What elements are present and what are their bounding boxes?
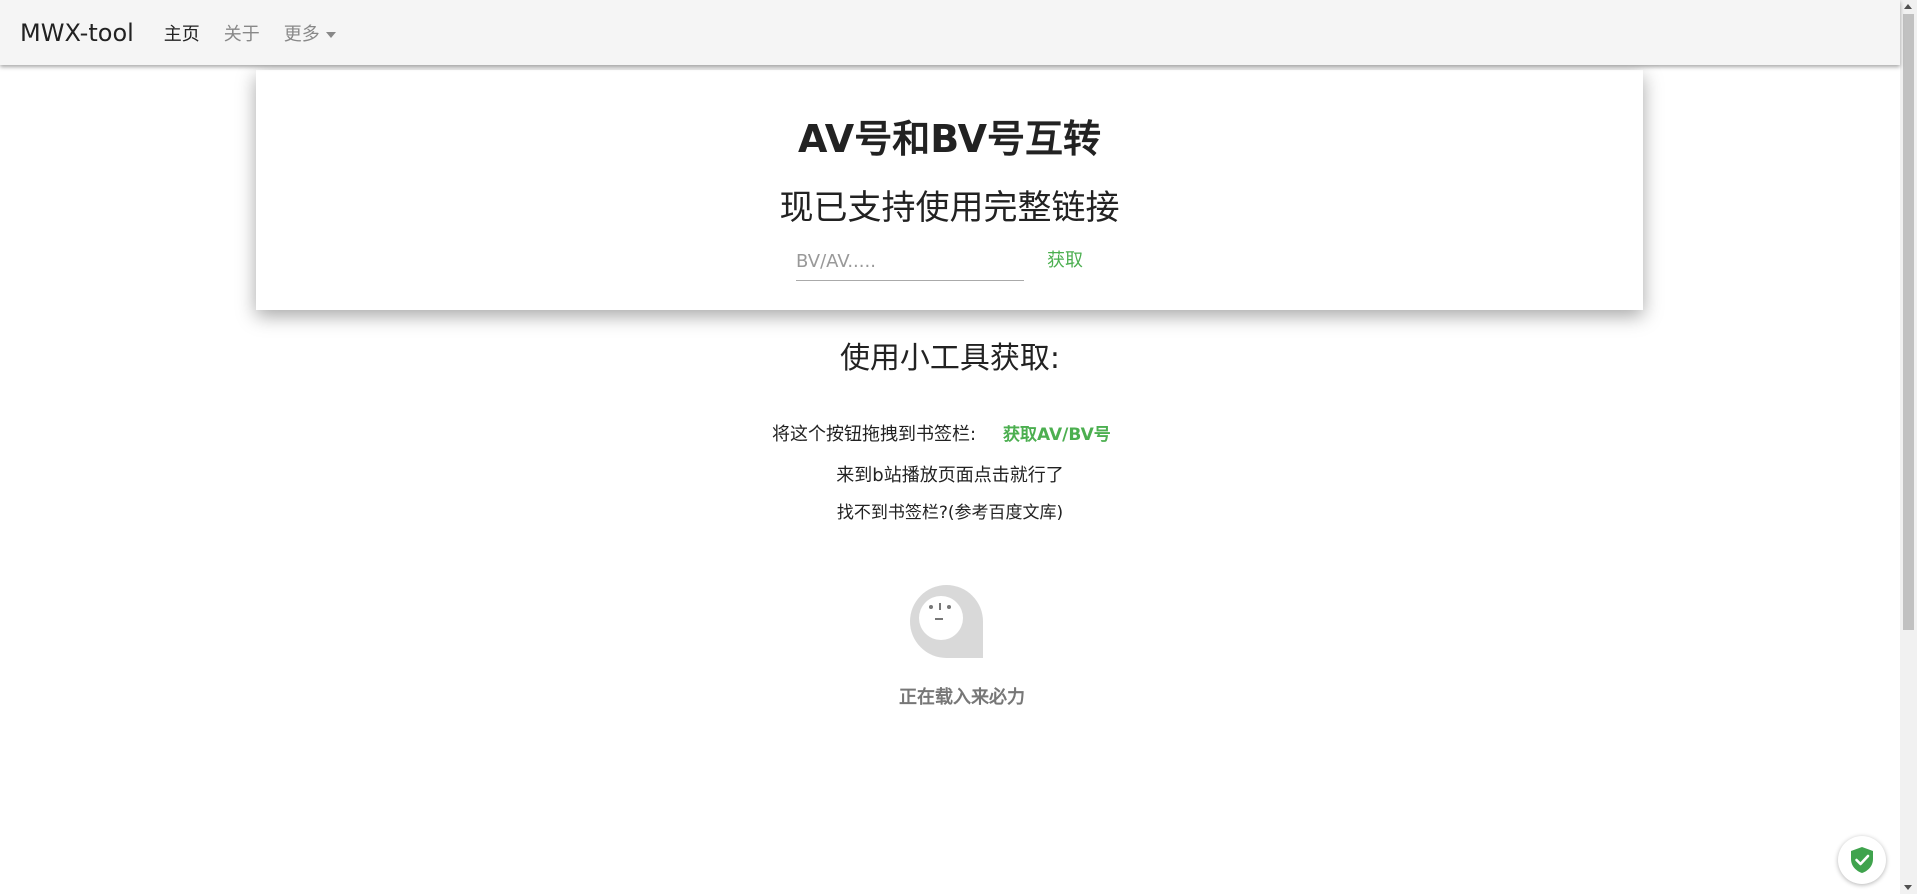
- fetch-button[interactable]: 获取: [1047, 246, 1083, 272]
- nav-more-dropdown[interactable]: 更多: [284, 20, 336, 46]
- page-title: AV号和BV号互转: [797, 117, 1102, 161]
- id-input-wrapper: [796, 245, 1024, 281]
- loading-text: 正在载入来必力: [899, 687, 1025, 708]
- scroll-down-arrow-icon[interactable]: [1904, 885, 1912, 890]
- nav-more-label: 更多: [283, 23, 320, 45]
- nav-home[interactable]: 主页: [164, 20, 200, 46]
- bookmark-help-link[interactable]: 找不到书签栏?(参考百度文库): [0, 498, 1900, 523]
- security-shield-button[interactable]: [1838, 836, 1886, 884]
- scrollbar-thumb[interactable]: [1903, 14, 1914, 630]
- usage-hint: 来到b站播放页面点击就行了: [836, 465, 1064, 486]
- caret-down-icon: [325, 31, 336, 38]
- page-subtitle: 现已支持使用完整链接: [779, 188, 1120, 228]
- navbar: MWX-tool 主页 关于 更多: [0, 0, 1900, 65]
- tools-title: 使用小工具获取:: [839, 341, 1061, 376]
- bookmark-instruction: 将这个按钮拖拽到书签栏:: [772, 424, 977, 445]
- nav-about[interactable]: 关于: [224, 20, 260, 46]
- shield-check-icon: [1851, 847, 1873, 873]
- scroll-up-arrow-icon[interactable]: [1904, 4, 1912, 9]
- loading-face-icon: [908, 583, 985, 660]
- id-input[interactable]: [796, 245, 1024, 280]
- bookmarklet-link[interactable]: 获取AV/BV号: [1003, 420, 1111, 445]
- converter-card: AV号和BV号互转 现已支持使用完整链接 获取: [256, 70, 1643, 310]
- brand-logo[interactable]: MWX-tool: [20, 19, 134, 47]
- vertical-scrollbar[interactable]: [1900, 0, 1917, 894]
